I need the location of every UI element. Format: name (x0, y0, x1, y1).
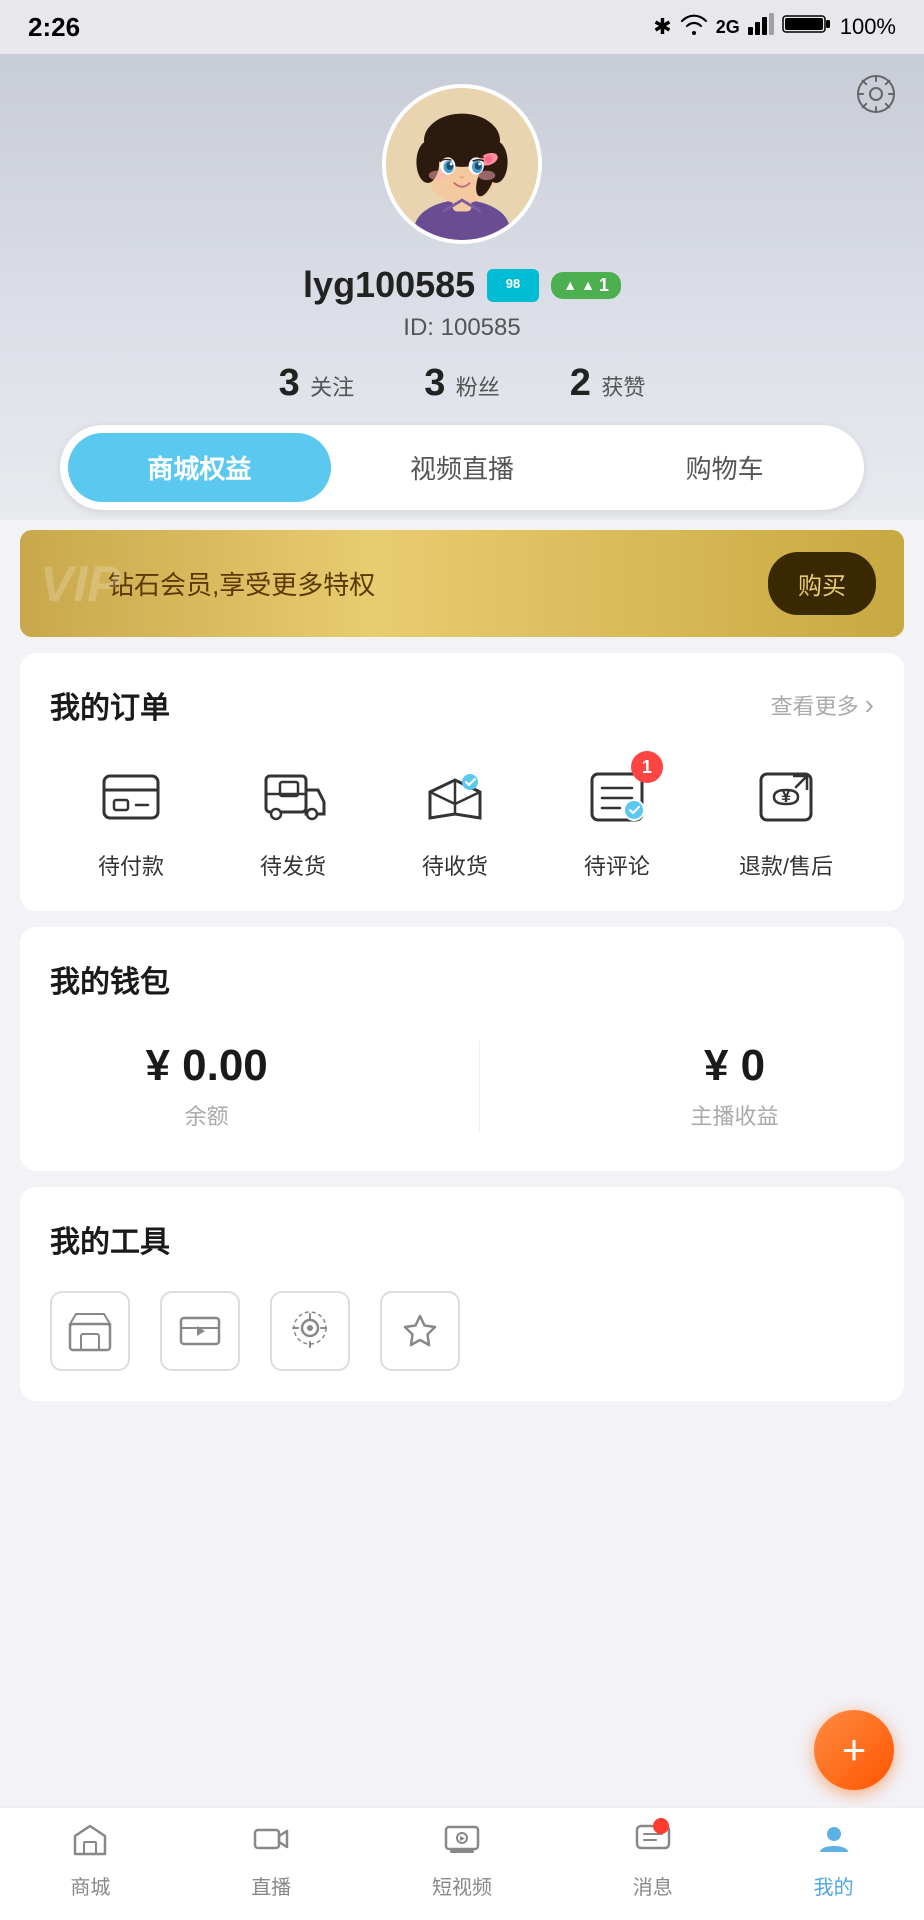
tabs-container: 商城权益 视频直播 购物车 (60, 425, 864, 510)
bottom-nav: 商城 直播 短视频 消息 (0, 1807, 924, 1920)
order-pending-review[interactable]: 1 待评论 (577, 757, 657, 881)
username-row: lyg100585 98 ▲1 (40, 264, 884, 306)
avatar[interactable] (382, 84, 542, 244)
tool-video[interactable] (160, 1291, 240, 1371)
stat-following[interactable]: 3 关注 (279, 362, 355, 405)
pending-ship-label: 待发货 (260, 849, 326, 881)
user-id: ID: 100585 (40, 314, 884, 342)
tool-collect[interactable] (380, 1291, 460, 1371)
tool-location-icon (270, 1291, 350, 1371)
bluetooth-icon: ✱ (653, 14, 671, 40)
status-icons: ✱ 2G 100% (653, 13, 896, 41)
wallet-income-label: 主播收益 (691, 1099, 779, 1131)
fab-button[interactable]: + (814, 1710, 894, 1790)
wallet-balance-amount: ¥ 0.00 (145, 1041, 267, 1091)
order-refund[interactable]: ¥ 退款/售后 (739, 757, 833, 881)
nav-mine[interactable]: 我的 (814, 1822, 854, 1900)
order-icons: 待付款 待发货 (50, 757, 874, 881)
nav-mine-label: 我的 (814, 1871, 854, 1900)
wallet-income-amount: ¥ 0 (691, 1041, 779, 1091)
orders-more-label: 查看更多 (771, 689, 859, 721)
pending-pay-label: 待付款 (98, 849, 164, 881)
tool-location[interactable] (270, 1291, 350, 1371)
nav-live[interactable]: 直播 (251, 1822, 291, 1900)
avatar-container (40, 84, 884, 244)
vip-banner: 钻石会员,享受更多特权 购买 (20, 530, 904, 637)
pending-receive-label: 待收货 (422, 849, 488, 881)
orders-chevron: › (865, 689, 874, 721)
nav-message[interactable]: 消息 (633, 1822, 673, 1900)
battery-icon (782, 13, 832, 41)
signal-bars (748, 13, 774, 41)
badge-level: ▲1 (551, 272, 621, 299)
vip-buy-button[interactable]: 购买 (768, 552, 876, 615)
pending-ship-icon (253, 757, 333, 837)
signal-icon: 2G (716, 17, 740, 38)
tools-header: 我的工具 (50, 1217, 874, 1261)
order-pending-receive[interactable]: 待收货 (415, 757, 495, 881)
tools-grid (50, 1291, 874, 1371)
wallet-header: 我的钱包 (50, 957, 874, 1001)
profile-header: lyg100585 98 ▲1 ID: 100585 3 关注 3 粉丝 2 获… (0, 54, 924, 520)
status-time: 2:26 (28, 12, 80, 43)
order-pending-pay[interactable]: 待付款 (91, 757, 171, 881)
nav-video-icon (444, 1822, 480, 1865)
pending-receive-icon (415, 757, 495, 837)
stat-fans[interactable]: 3 粉丝 (424, 362, 500, 405)
nav-live-icon (253, 1822, 289, 1865)
wallet-balance-label: 余额 (145, 1099, 267, 1131)
tab-video[interactable]: 视频直播 (331, 433, 594, 502)
vip-text: 钻石会员,享受更多特权 (108, 565, 375, 602)
tab-mall[interactable]: 商城权益 (68, 433, 331, 502)
wallet-title: 我的钱包 (50, 957, 170, 1001)
tool-store-icon (50, 1291, 130, 1371)
orders-more[interactable]: 查看更多 › (771, 689, 874, 721)
tool-store[interactable] (50, 1291, 130, 1371)
pending-review-label: 待评论 (584, 849, 650, 881)
orders-title: 我的订单 (50, 683, 170, 727)
badge-98k: 98 (487, 269, 539, 302)
pending-pay-icon (91, 757, 171, 837)
wallet-balance[interactable]: ¥ 0.00 余额 (145, 1041, 267, 1131)
bottom-spacer (0, 1417, 924, 1577)
svg-text:98: 98 (506, 276, 520, 291)
wifi-icon (680, 13, 708, 41)
stat-likes[interactable]: 2 获赞 (570, 362, 646, 405)
wallet-amounts: ¥ 0.00 余额 ¥ 0 主播收益 (50, 1031, 874, 1141)
svg-text:¥: ¥ (781, 786, 791, 806)
refund-icon: ¥ (746, 757, 826, 837)
nav-mall[interactable]: 商城 (70, 1822, 110, 1900)
tool-video-icon (160, 1291, 240, 1371)
orders-header: 我的订单 查看更多 › (50, 683, 874, 727)
refund-label: 退款/售后 (739, 849, 833, 881)
wallet-income[interactable]: ¥ 0 主播收益 (691, 1041, 779, 1131)
nav-video-label: 短视频 (432, 1871, 492, 1900)
orders-section: 我的订单 查看更多 › 待付款 (20, 653, 904, 911)
stats-row: 3 关注 3 粉丝 2 获赞 (40, 362, 884, 405)
nav-mine-icon (816, 1822, 852, 1865)
tab-cart[interactable]: 购物车 (593, 433, 856, 502)
wallet-section: 我的钱包 ¥ 0.00 余额 ¥ 0 主播收益 (20, 927, 904, 1171)
order-pending-ship[interactable]: 待发货 (253, 757, 333, 881)
wallet-divider (479, 1041, 480, 1131)
tools-title: 我的工具 (50, 1217, 170, 1261)
nav-mall-icon (72, 1822, 108, 1865)
status-bar: 2:26 ✱ 2G 100% (0, 0, 924, 54)
nav-message-label: 消息 (633, 1871, 673, 1900)
nav-video[interactable]: 短视频 (432, 1822, 492, 1900)
nav-mall-label: 商城 (70, 1871, 110, 1900)
battery-percent: 100% (840, 14, 896, 40)
tool-collect-icon (380, 1291, 460, 1371)
pending-review-badge: 1 (631, 751, 663, 783)
username: lyg100585 (303, 264, 475, 306)
tools-section: 我的工具 (20, 1187, 904, 1401)
nav-message-badge (653, 1818, 669, 1834)
nav-live-label: 直播 (251, 1871, 291, 1900)
settings-icon[interactable] (856, 74, 896, 123)
